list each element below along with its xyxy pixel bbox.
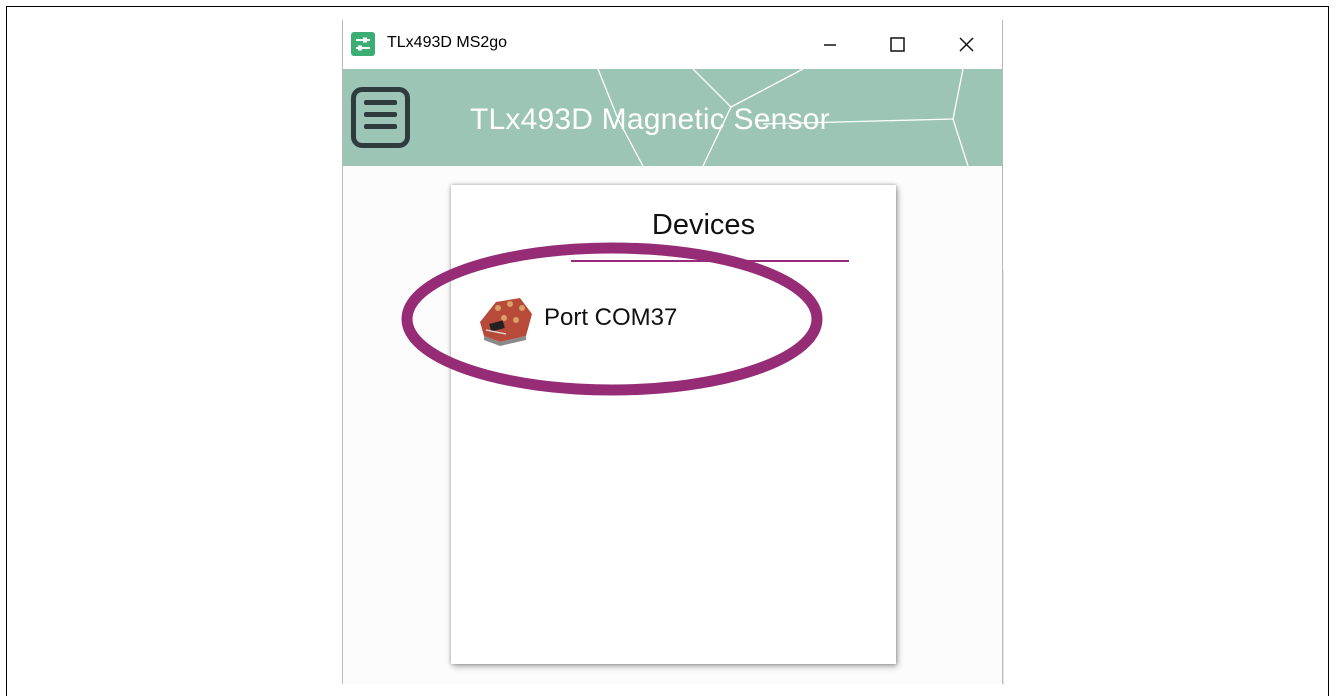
app-window: TLx493D MS2go TLx493D Magnetic Sensor De… — [342, 20, 1003, 684]
menu-line-bottom — [364, 124, 397, 129]
app-header: TLx493D Magnetic Sensor — [343, 69, 1002, 166]
sliders-icon — [351, 32, 375, 56]
minimize-icon — [824, 44, 836, 46]
device-port-label: Port COM37 — [544, 304, 678, 331]
sensor-board-icon — [476, 292, 536, 346]
window-title: TLx493D MS2go — [387, 34, 508, 51]
menu-line-middle — [364, 112, 397, 117]
header-title: TLx493D Magnetic Sensor — [470, 103, 830, 136]
maximize-button[interactable] — [867, 20, 927, 70]
device-list-item[interactable]: Port COM37 — [476, 292, 736, 346]
close-button[interactable] — [936, 20, 996, 70]
hamburger-menu-button[interactable] — [351, 87, 410, 148]
maximize-icon — [890, 37, 905, 52]
window-edge — [1003, 270, 1004, 685]
devices-title: Devices — [651, 209, 756, 241]
title-bar: TLx493D MS2go — [343, 20, 1002, 70]
close-icon — [959, 37, 974, 52]
minimize-button[interactable] — [800, 20, 860, 70]
devices-title-underline — [571, 260, 849, 262]
hamburger-menu-icon — [364, 100, 397, 105]
devices-panel: Devices Port COM37 — [451, 185, 896, 664]
